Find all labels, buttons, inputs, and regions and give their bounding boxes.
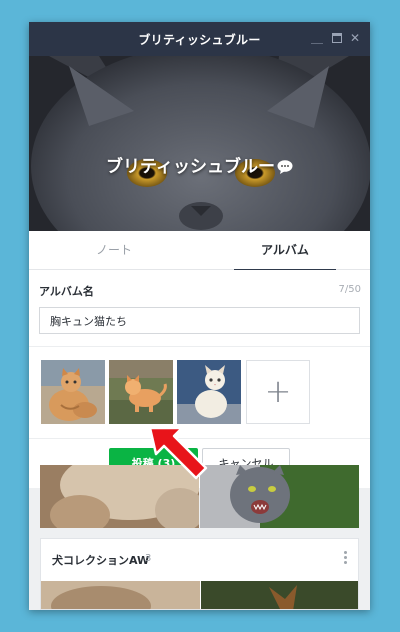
album-card-count: 3 [145,553,152,564]
maximize-button[interactable] [330,31,344,45]
feed-photo[interactable] [200,465,359,528]
divider [29,346,370,347]
cover-name-text: ブリティッシュブルー [106,157,275,177]
album-name-input[interactable] [39,307,360,334]
tab-album[interactable]: アルバム [200,231,370,271]
white-kitten-photo [177,360,241,424]
album-name-label: アルバム名 [39,285,94,298]
add-photo-button[interactable]: + [246,360,310,424]
gray-cat-photo [200,465,359,528]
album-card[interactable]: 犬コレクションAW 3 [40,538,359,610]
pointer-arrow-icon [148,426,208,480]
close-button[interactable]: ✕ [348,31,362,45]
cover-photo: ブリティッシュブルー [29,56,370,231]
cover-name: ブリティッシュブルー [29,152,370,177]
kittens-photo [41,360,105,424]
char-counter: 7/50 [338,284,361,295]
plus-icon: + [264,372,292,410]
minimize-button[interactable]: ＿ [310,31,324,45]
orange-cat-photo [109,360,173,424]
app-window: ブリティッシュブルー ＿ ✕ ブリティッシュブルー ノート アルバム アルバム名… [29,22,370,610]
photo-thumbnail[interactable] [41,360,105,424]
title-bar: ブリティッシュブルー ＿ ✕ [29,22,370,56]
maximize-icon [332,33,342,43]
tab-note[interactable]: ノート [29,231,199,270]
cat-cover-image [29,56,370,231]
album-card-title: 犬コレクションAW [52,554,150,567]
album-card-photos [41,581,358,609]
chat-bubble-icon [277,160,293,174]
tab-bar: ノート アルバム [29,231,370,271]
photo-thumbnail[interactable] [177,360,241,424]
photo-thumbnail[interactable] [109,360,173,424]
more-options-icon[interactable] [341,549,349,567]
